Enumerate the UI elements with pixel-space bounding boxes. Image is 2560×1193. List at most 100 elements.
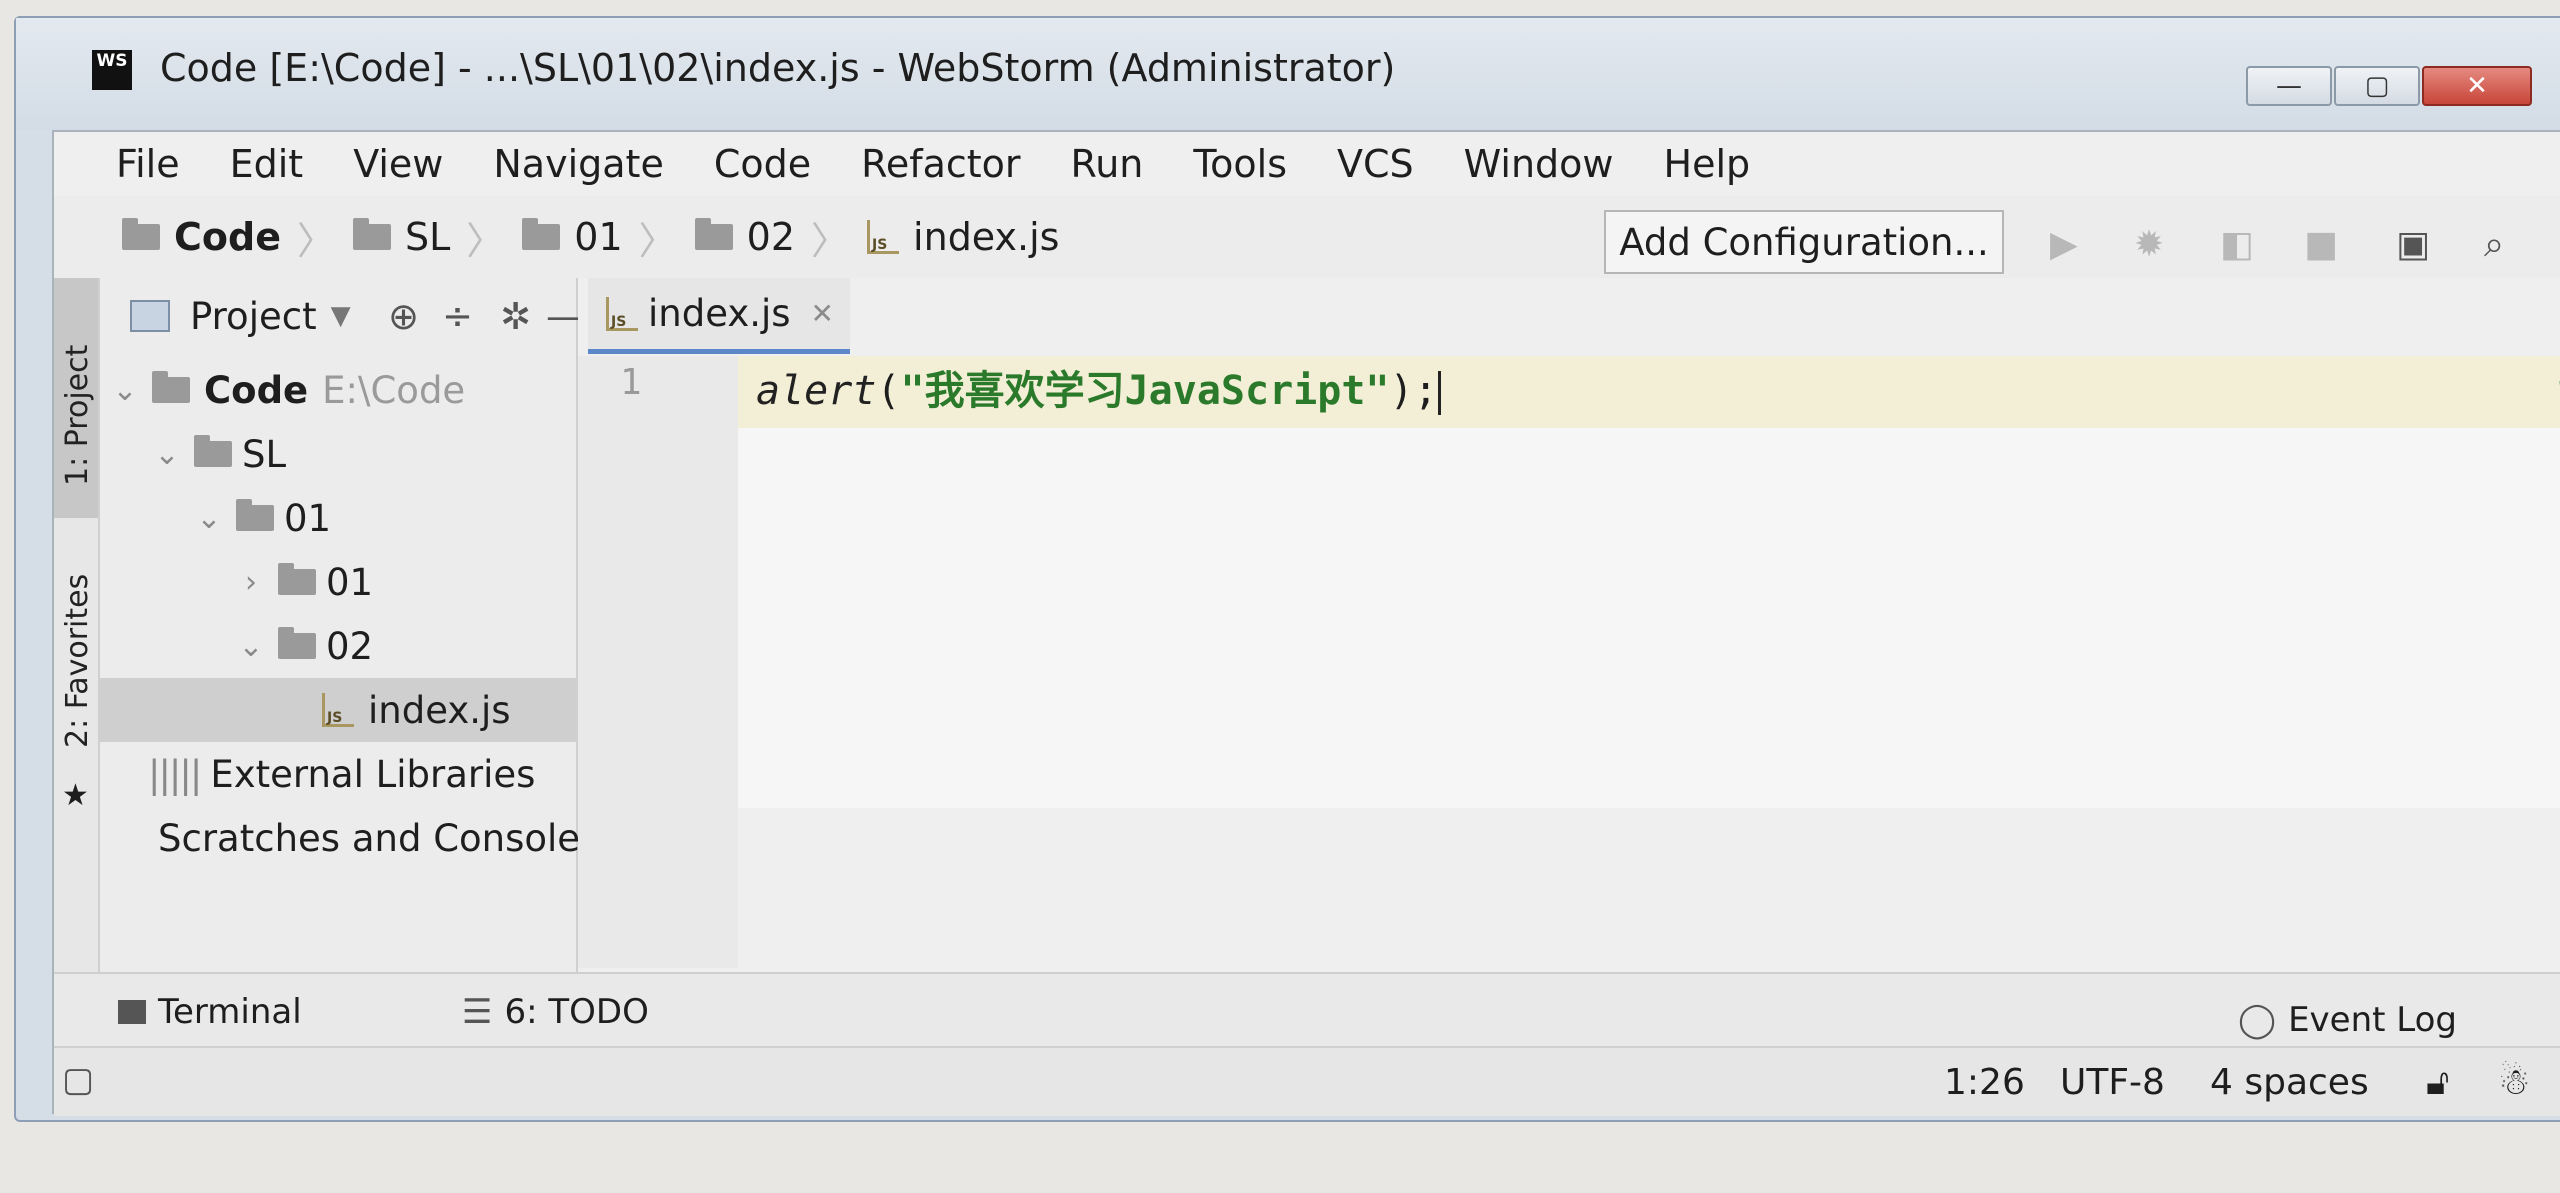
bottom-tool-bar: Terminal ☰ 6: TODO ◯ Event Log bbox=[54, 972, 2560, 1048]
tree-node-01-01[interactable]: › 01 bbox=[100, 550, 576, 614]
todo-tool-button[interactable]: ☰ 6: TODO bbox=[462, 992, 649, 1032]
menu-refactor[interactable]: Refactor bbox=[861, 142, 1020, 186]
code-paren-open: ( bbox=[876, 368, 901, 414]
menu-run[interactable]: Run bbox=[1071, 142, 1144, 186]
status-bar: ▢ 1:26 UTF-8 4 spaces 🔓︎ ☃︎ bbox=[54, 1046, 2560, 1116]
editor-tab-index-js[interactable]: JS index.js ✕ bbox=[588, 278, 850, 354]
stop-icon[interactable]: ■ bbox=[2304, 224, 2338, 265]
menu-view[interactable]: View bbox=[353, 142, 443, 186]
folder-icon bbox=[122, 218, 160, 250]
file-encoding[interactable]: UTF-8 bbox=[2060, 1062, 2165, 1103]
tree-node-02[interactable]: ⌄ 02 bbox=[100, 614, 576, 678]
tree-node-label: 01 bbox=[326, 560, 374, 604]
menu-file[interactable]: File bbox=[116, 142, 180, 186]
folder-icon bbox=[278, 563, 316, 595]
tree-node-01[interactable]: ⌄ 01 bbox=[100, 486, 576, 550]
tree-node-label: 02 bbox=[326, 624, 374, 668]
code-paren-close: ); bbox=[1389, 368, 1438, 414]
code-function: alert bbox=[756, 368, 877, 414]
editor-gutter bbox=[578, 356, 738, 968]
breadcrumb-index-js[interactable]: JS index.js bbox=[867, 215, 1059, 259]
close-tab-icon[interactable]: ✕ bbox=[811, 297, 834, 330]
indent-setting[interactable]: 4 spaces bbox=[2210, 1062, 2369, 1103]
close-button[interactable]: ✕ bbox=[2422, 66, 2532, 106]
inspector-icon[interactable]: ☃︎ bbox=[2498, 1062, 2530, 1103]
collapse-all-icon[interactable]: ÷ bbox=[442, 295, 473, 338]
project-view-icon bbox=[130, 300, 170, 332]
breadcrumb-02[interactable]: 02 bbox=[694, 215, 795, 259]
webstorm-window: WS Code [E:\Code] - ...\SL\01\02\index.j… bbox=[14, 16, 2560, 1122]
lock-icon[interactable]: 🔓︎ bbox=[2426, 1062, 2449, 1104]
webstorm-logo-icon: WS bbox=[92, 50, 132, 90]
breadcrumb-01[interactable]: 01 bbox=[522, 215, 623, 259]
breadcrumb-code[interactable]: Code bbox=[122, 215, 281, 259]
tree-node-scratches[interactable]: Scratches and Consoles bbox=[100, 806, 599, 870]
locate-file-icon[interactable]: ⊕ bbox=[388, 295, 419, 338]
tree-node-index-js[interactable]: JS index.js bbox=[100, 678, 576, 742]
chevron-right-icon: 〉 bbox=[638, 218, 677, 263]
checkmark-icon: ✔ bbox=[2556, 362, 2560, 402]
code-line-1[interactable]: alert("我喜欢学习JavaScript"); bbox=[756, 358, 1441, 416]
project-panel: Project ▼ ⊕ ÷ ✲ — ⌄ Code E:\Code ⌄ SL ⌄ bbox=[100, 278, 599, 972]
folder-icon bbox=[194, 435, 232, 467]
favorites-tool-label[interactable]: 2: Favorites bbox=[60, 574, 95, 748]
folder-icon bbox=[236, 499, 274, 531]
menu-tools[interactable]: Tools bbox=[1193, 142, 1287, 186]
navigation-bar: Code 〉 SL 〉 01 〉 02 〉 JS index.js bbox=[54, 196, 2560, 278]
dropdown-arrow-icon[interactable]: ▼ bbox=[331, 301, 351, 331]
project-view-selector[interactable]: Project bbox=[190, 295, 317, 338]
code-editor[interactable] bbox=[738, 356, 2560, 808]
chevron-down-icon[interactable]: ⌄ bbox=[110, 373, 140, 408]
breadcrumb-label: index.js bbox=[913, 215, 1060, 259]
project-panel-header: Project ▼ ⊕ ÷ ✲ — bbox=[100, 278, 583, 354]
gear-icon[interactable]: ✲ bbox=[500, 295, 531, 338]
tree-node-label: External Libraries bbox=[210, 752, 536, 796]
event-log-label: Event Log bbox=[2288, 1000, 2457, 1040]
tree-node-label: index.js bbox=[368, 688, 511, 732]
tree-node-code[interactable]: ⌄ Code E:\Code bbox=[100, 358, 576, 422]
menu-navigate[interactable]: Navigate bbox=[493, 142, 663, 186]
folder-icon bbox=[694, 218, 733, 250]
debug-icon[interactable]: ✹ bbox=[2134, 224, 2164, 265]
minimize-button[interactable]: — bbox=[2246, 66, 2332, 106]
left-tool-strip: 1: Project 2: Favorites ★ bbox=[54, 278, 100, 972]
breadcrumb-label: SL bbox=[404, 215, 451, 259]
terminal-icon bbox=[118, 1000, 146, 1024]
javascript-file-icon: JS bbox=[322, 693, 354, 727]
project-structure-icon[interactable]: ▣ bbox=[2396, 224, 2430, 265]
breadcrumb-sl[interactable]: SL bbox=[352, 215, 451, 259]
terminal-tool-button[interactable]: Terminal bbox=[118, 992, 302, 1032]
search-icon[interactable]: ⌕ bbox=[2484, 224, 2504, 266]
add-configuration-button[interactable]: Add Configuration... bbox=[1604, 210, 2004, 274]
tree-node-label: Scratches and Consoles bbox=[158, 816, 600, 860]
ide-client-area: File Edit View Navigate Code Refactor Ru… bbox=[52, 130, 2560, 1116]
coverage-icon[interactable]: ◧ bbox=[2220, 224, 2254, 265]
menu-help[interactable]: Help bbox=[1664, 142, 1751, 186]
tree-node-external-libraries[interactable]: ||||| External Libraries bbox=[100, 742, 576, 806]
menu-edit[interactable]: Edit bbox=[230, 142, 304, 186]
title-bar[interactable]: WS Code [E:\Code] - ...\SL\01\02\index.j… bbox=[16, 18, 2560, 130]
breadcrumb-label: 01 bbox=[574, 215, 623, 259]
chevron-right-icon: 〉 bbox=[811, 218, 850, 263]
folder-icon bbox=[352, 218, 391, 250]
event-log-button[interactable]: ◯ Event Log bbox=[2238, 1000, 2457, 1040]
menu-vcs[interactable]: VCS bbox=[1337, 142, 1414, 186]
menu-code[interactable]: Code bbox=[714, 142, 811, 186]
chevron-down-icon[interactable]: ⌄ bbox=[236, 629, 266, 664]
chevron-down-icon[interactable]: ⌄ bbox=[194, 501, 224, 536]
toggle-tool-windows-icon[interactable]: ▢ bbox=[62, 1060, 94, 1100]
javascript-file-icon: JS bbox=[606, 296, 638, 331]
tree-node-sl[interactable]: ⌄ SL bbox=[100, 422, 576, 486]
project-tool-label[interactable]: 1: Project bbox=[60, 345, 95, 486]
chevron-right-icon[interactable]: › bbox=[236, 565, 266, 600]
javascript-file-icon: JS bbox=[867, 220, 900, 254]
chevron-down-icon[interactable]: ⌄ bbox=[152, 437, 182, 472]
tree-node-label: SL bbox=[242, 432, 287, 476]
menu-window[interactable]: Window bbox=[1464, 142, 1614, 186]
maximize-button[interactable]: ▢ bbox=[2334, 66, 2420, 106]
list-icon: ☰ bbox=[462, 992, 493, 1032]
run-icon[interactable]: ▶ bbox=[2050, 224, 2078, 265]
caret-position[interactable]: 1:26 bbox=[1944, 1062, 2025, 1103]
library-icon: ||||| bbox=[148, 752, 202, 796]
editor-pane: JS index.js ✕ 1 alert("我喜欢学习JavaScript")… bbox=[578, 278, 2560, 972]
